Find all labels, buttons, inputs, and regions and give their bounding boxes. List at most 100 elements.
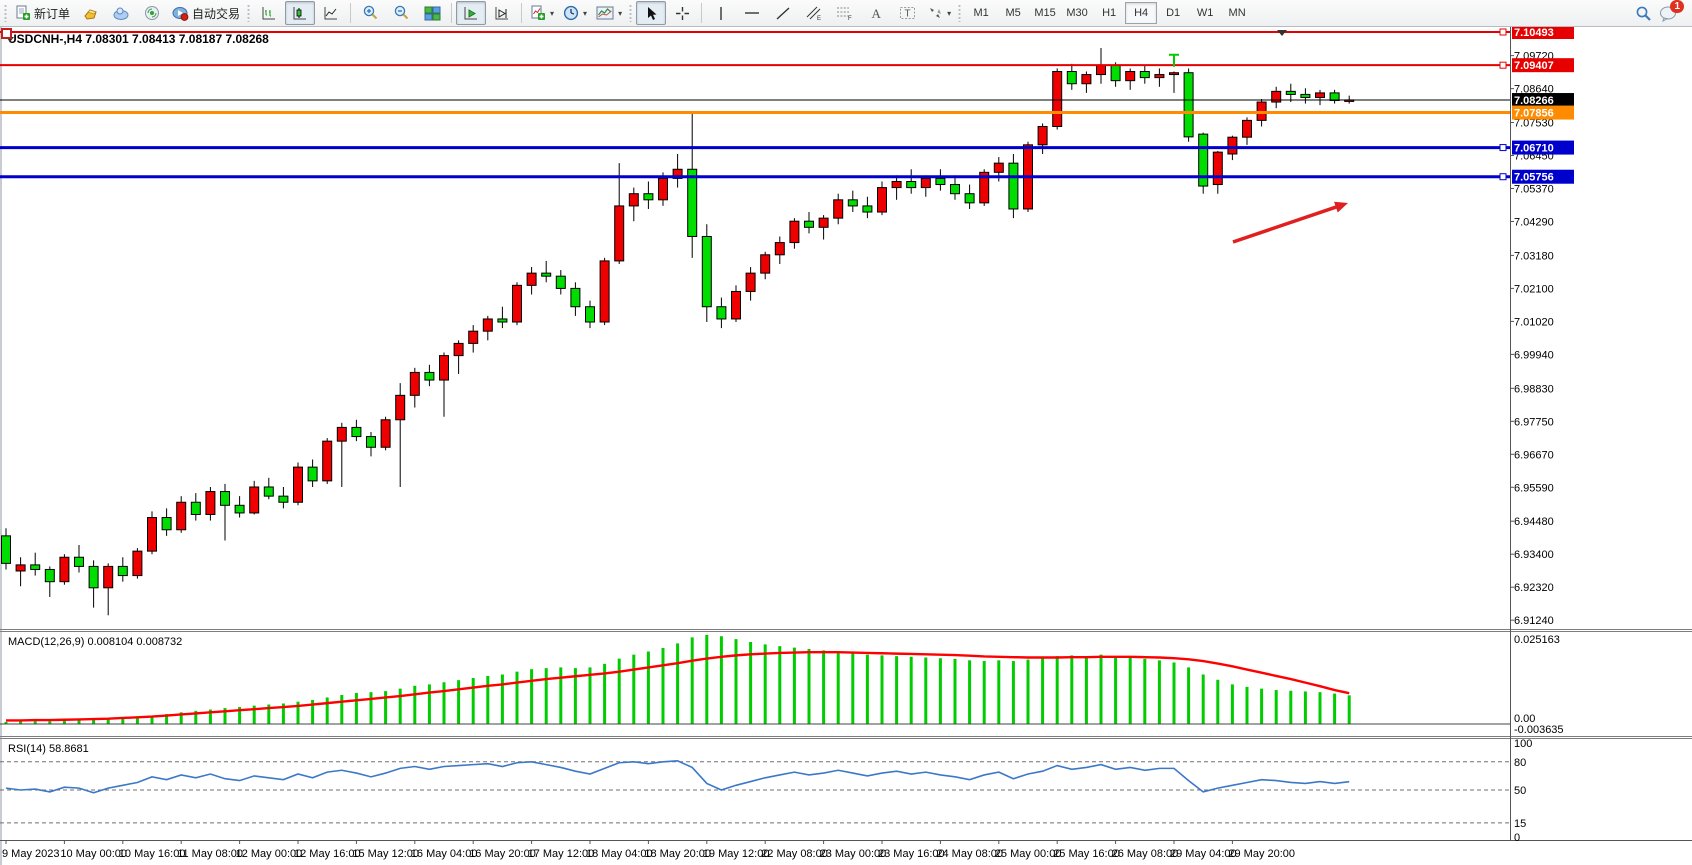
text-label-button[interactable]: T [892,1,922,25]
candle-bull [410,372,419,395]
candle-bull [1243,120,1252,137]
candle-bull [104,566,113,587]
periods-button[interactable]: ▾ [559,1,591,25]
time-tick-label: 18 May 20:00 [644,848,711,860]
left-border [0,27,2,865]
candle-bull [337,427,346,441]
candle-bull [615,206,624,261]
level-anchor[interactable] [1500,62,1506,68]
candle-bull [629,194,638,206]
signals-button[interactable] [137,1,167,25]
price-tick-label: 6.98830 [1514,383,1554,395]
chat-button[interactable]: 1 [1659,5,1678,22]
price-level-label: 7.08266 [1514,95,1554,107]
candle-bull [994,163,1003,172]
vertical-line-button[interactable] [706,1,736,25]
rsi-scale-label: 80 [1514,757,1526,769]
candle-bear [702,236,711,306]
time-tick-label: 17 May 12:00 [528,848,595,860]
price-tick-label: 6.91240 [1514,615,1554,627]
candle-bear [1301,94,1310,97]
candle-bear [498,319,507,322]
price-tick-label: 7.03180 [1514,250,1554,262]
candle-bear [308,467,317,481]
toolbar-grip[interactable] [958,4,962,22]
timeframe-button-h1[interactable]: H1 [1093,2,1125,24]
candle-bear [951,185,960,194]
zoom-out-button[interactable] [386,1,416,25]
arrows-button[interactable]: ▾ [923,1,955,25]
level-anchor[interactable] [1500,145,1506,151]
templates-button[interactable]: ▾ [592,1,626,25]
price-level-label: 7.10493 [1514,27,1554,39]
candle-bear [863,206,872,212]
candle-bull [600,261,609,322]
level-anchor[interactable] [1500,174,1506,180]
time-tick-label: 23 May 00:00 [820,848,887,860]
time-tick-label: 11 May 08:00 [177,848,243,860]
bar-chart-button[interactable] [254,1,284,25]
chart-shift-button[interactable] [487,1,517,25]
price-tick-label: 6.96670 [1514,449,1554,461]
timeframe-button-d1[interactable]: D1 [1157,2,1189,24]
fibonacci-button[interactable]: F [830,1,860,25]
time-tick-label: 10 May 16:00 [119,848,186,860]
timeframe-button-w1[interactable]: W1 [1189,2,1221,24]
time-tick-label: 10 May 00:00 [60,848,127,860]
candle-bear [1199,134,1208,186]
timeframe-button-m1[interactable]: M1 [965,2,997,24]
time-tick-label: 16 May 20:00 [469,848,536,860]
timeframe-button-h4[interactable]: H4 [1125,2,1157,24]
text-button[interactable]: A [861,1,891,25]
time-tick-label: 26 May 08:00 [1112,848,1179,860]
trendline-button[interactable] [768,1,798,25]
new-order-button[interactable]: 新订单 [11,1,74,25]
timeframe-button-m5[interactable]: M5 [997,2,1029,24]
timeframe-button-m30[interactable]: M30 [1061,2,1093,24]
indicators-button[interactable]: ▾ [526,1,558,25]
new-order-icon [15,5,31,21]
autotrade-label: 自动交易 [192,5,240,22]
candle-bear [1330,93,1339,101]
candle-bull [1082,75,1091,84]
toolbar-grip[interactable] [629,4,633,22]
candle-bull [483,319,492,331]
market-button[interactable] [106,1,136,25]
line-chart-button[interactable] [316,1,346,25]
horizontal-line-button[interactable] [737,1,767,25]
rsi-label: RSI(14) 58.8681 [8,743,89,755]
time-tick-label: 9 May 2023 [2,848,59,860]
candle-bull [133,551,142,575]
timeframe-button-m15[interactable]: M15 [1029,2,1061,24]
candle-bull [878,188,887,212]
auto-scroll-button[interactable] [456,1,486,25]
toolbar-grip[interactable] [4,4,8,22]
level-anchor[interactable] [1500,29,1506,35]
candle-bull [1170,73,1179,75]
price-tick-label: 6.99940 [1514,349,1554,361]
gold-icon [82,6,99,21]
tile-windows-button[interactable] [417,1,447,25]
channel-button[interactable]: E [799,1,829,25]
time-tick-label: 16 May 04:00 [411,848,478,860]
equidistant-channel-icon: E [805,5,823,21]
timeframe-button-mn[interactable]: MN [1221,2,1253,24]
candle-bull [323,441,332,481]
candle-bear [31,565,40,570]
chart-background [0,27,1692,865]
zoom-in-button[interactable] [355,1,385,25]
chart-svg[interactable]: 10080501507.097207.086407.075307.064507.… [0,27,1692,865]
macd-scale-label: 0.025163 [1514,634,1560,646]
chevron-down-icon: ▾ [583,9,587,18]
candlestick-button[interactable] [285,1,315,25]
cursor-button[interactable] [636,1,666,25]
crosshair-button[interactable] [667,1,697,25]
price-tick-label: 7.05370 [1514,184,1554,196]
toolbar-grip[interactable] [247,4,251,22]
one-click-trading-button[interactable] [2,29,11,38]
autotrade-button[interactable]: 自动交易 [168,1,244,25]
profile-button[interactable] [75,1,105,25]
search-button[interactable] [1628,1,1658,25]
time-tick-label: 12 May 00:00 [236,848,303,860]
candle-bull [1155,75,1164,78]
